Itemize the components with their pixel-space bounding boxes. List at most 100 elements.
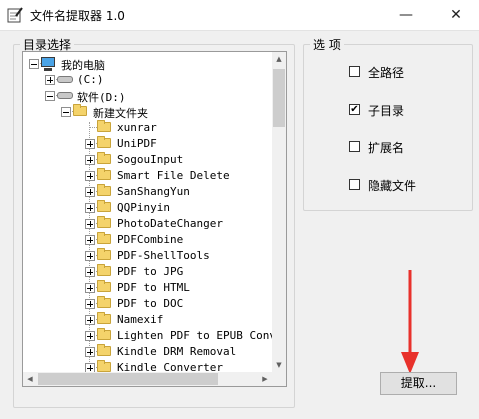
expand-plus-icon[interactable] bbox=[85, 315, 95, 325]
expand-plus-icon[interactable] bbox=[85, 299, 95, 309]
tree-item[interactable]: PhotoDateChanger bbox=[23, 216, 272, 232]
folder-icon bbox=[97, 136, 111, 148]
tree-item[interactable]: UniPDF bbox=[23, 136, 272, 152]
drive-icon bbox=[57, 92, 73, 99]
full-path-checkbox[interactable] bbox=[349, 66, 360, 77]
close-icon: ✕ bbox=[450, 7, 462, 23]
tree-item-label: 我的电脑 bbox=[61, 59, 105, 72]
tree-item-label: Lighten PDF to EPUB Conve bbox=[117, 329, 272, 342]
extension-label: 扩展名 bbox=[368, 141, 405, 155]
folder-icon bbox=[97, 360, 111, 372]
expand-plus-icon[interactable] bbox=[85, 171, 95, 181]
tree-item-label: Kindle DRM Removal bbox=[117, 345, 237, 358]
collapse-minus-icon[interactable] bbox=[61, 107, 71, 117]
tree-item-label: PDF to HTML bbox=[117, 281, 190, 294]
horizontal-scrollbar[interactable]: ◀ ▶ bbox=[23, 372, 272, 386]
expand-plus-icon[interactable] bbox=[85, 139, 95, 149]
tree-item[interactable]: Namexif bbox=[23, 312, 272, 328]
subdirectory-checkbox[interactable]: ✔ bbox=[349, 104, 360, 115]
folder-icon bbox=[73, 104, 87, 116]
expand-plus-icon[interactable] bbox=[85, 203, 95, 213]
title-bar: 文件名提取器 1.0 — ✕ bbox=[0, 0, 479, 31]
full-path-label: 全路径 bbox=[368, 66, 405, 80]
scroll-right-icon[interactable]: ▶ bbox=[258, 372, 272, 386]
collapse-minus-icon[interactable] bbox=[45, 91, 55, 101]
hidden-files-checkbox[interactable] bbox=[349, 179, 360, 190]
directory-tree[interactable]: 我的电脑 (C:) 软件(D:) 新建文件夹 xunrar UniPDF SogouInpu… bbox=[22, 51, 287, 387]
expand-plus-icon[interactable] bbox=[85, 267, 95, 277]
close-button[interactable]: ✕ bbox=[433, 0, 479, 30]
folder-icon bbox=[97, 280, 111, 292]
tree-item[interactable]: PDF-ShellTools bbox=[23, 248, 272, 264]
expand-plus-icon[interactable] bbox=[85, 331, 95, 341]
tree-item[interactable]: Kindle DRM Removal bbox=[23, 344, 272, 360]
folder-icon bbox=[97, 152, 111, 164]
tree-item-label: xunrar bbox=[117, 121, 157, 134]
tree-item-label: 软件(D:) bbox=[77, 91, 126, 104]
tree-item[interactable]: SanShangYun bbox=[23, 184, 272, 200]
subdirectory-label: 子目录 bbox=[368, 104, 405, 118]
tree-item[interactable]: PDF to JPG bbox=[23, 264, 272, 280]
vertical-scrollbar[interactable]: ▲ ▼ bbox=[272, 52, 286, 372]
tree-item[interactable]: SogouInput bbox=[23, 152, 272, 168]
folder-icon bbox=[97, 232, 111, 244]
tree-item[interactable]: Lighten PDF to EPUB Conve bbox=[23, 328, 272, 344]
scrollbar-corner bbox=[272, 372, 286, 386]
horizontal-scroll-thumb[interactable] bbox=[38, 373, 218, 385]
folder-icon bbox=[97, 328, 111, 340]
tree-item[interactable]: 新建文件夹 bbox=[23, 104, 272, 120]
tree-item-label: UniPDF bbox=[117, 137, 157, 150]
scroll-left-icon[interactable]: ◀ bbox=[23, 372, 37, 386]
tree-item[interactable]: 我的电脑 bbox=[23, 56, 272, 72]
scroll-down-icon[interactable]: ▼ bbox=[272, 358, 286, 372]
collapse-minus-icon[interactable] bbox=[29, 59, 39, 69]
expand-plus-icon[interactable] bbox=[85, 187, 95, 197]
tree-item-label: 新建文件夹 bbox=[93, 107, 148, 120]
expand-plus-icon[interactable] bbox=[85, 363, 95, 372]
extension-checkbox[interactable] bbox=[349, 141, 360, 152]
tree-item[interactable]: PDF to HTML bbox=[23, 280, 272, 296]
expand-plus-icon[interactable] bbox=[45, 75, 55, 85]
expand-plus-icon[interactable] bbox=[85, 251, 95, 261]
folder-icon bbox=[97, 120, 111, 132]
scroll-up-icon[interactable]: ▲ bbox=[272, 52, 286, 66]
tree-item-label: QQPinyin bbox=[117, 201, 170, 214]
extract-button[interactable]: 提取... bbox=[380, 372, 457, 395]
tree-rows: 我的电脑 (C:) 软件(D:) 新建文件夹 xunrar UniPDF SogouInpu… bbox=[23, 52, 272, 372]
folder-icon bbox=[97, 216, 111, 228]
vertical-scroll-thumb[interactable] bbox=[273, 69, 285, 127]
tree-item-label: PDF-ShellTools bbox=[117, 249, 210, 262]
tree-item-label: (C:) bbox=[77, 73, 104, 86]
tree-item[interactable]: 软件(D:) bbox=[23, 88, 272, 104]
expand-plus-icon[interactable] bbox=[85, 283, 95, 293]
expand-plus-icon[interactable] bbox=[85, 219, 95, 229]
folder-icon bbox=[97, 344, 111, 356]
folder-icon bbox=[97, 296, 111, 308]
tree-item[interactable]: Kindle Converter bbox=[23, 360, 272, 372]
folder-icon bbox=[97, 184, 111, 196]
expand-plus-icon[interactable] bbox=[85, 235, 95, 245]
minimize-button[interactable]: — bbox=[383, 0, 429, 30]
tree-item[interactable]: xunrar bbox=[23, 120, 272, 136]
expand-plus-icon[interactable] bbox=[85, 347, 95, 357]
tree-item[interactable]: (C:) bbox=[23, 72, 272, 88]
red-arrow-icon bbox=[401, 270, 419, 374]
tree-item-label: SanShangYun bbox=[117, 185, 190, 198]
tree-item[interactable]: QQPinyin bbox=[23, 200, 272, 216]
folder-icon bbox=[97, 312, 111, 324]
tree-item-label: PhotoDateChanger bbox=[117, 217, 223, 230]
tree-item[interactable]: Smart File Delete bbox=[23, 168, 272, 184]
notepad-icon bbox=[7, 7, 23, 23]
folder-icon bbox=[97, 264, 111, 276]
tree-item[interactable]: PDF to DOC bbox=[23, 296, 272, 312]
tree-item-label: PDFCombine bbox=[117, 233, 184, 246]
minimize-icon: — bbox=[399, 7, 413, 23]
tree-connector bbox=[90, 127, 97, 128]
tree-item-label: PDF to DOC bbox=[117, 297, 184, 310]
hidden-files-label: 隐藏文件 bbox=[368, 179, 417, 193]
tree-item-label: Smart File Delete bbox=[117, 169, 230, 182]
tree-item[interactable]: PDFCombine bbox=[23, 232, 272, 248]
options-group-label: 选 项 bbox=[310, 36, 344, 53]
tree-item-label: Kindle Converter bbox=[117, 361, 223, 372]
expand-plus-icon[interactable] bbox=[85, 155, 95, 165]
